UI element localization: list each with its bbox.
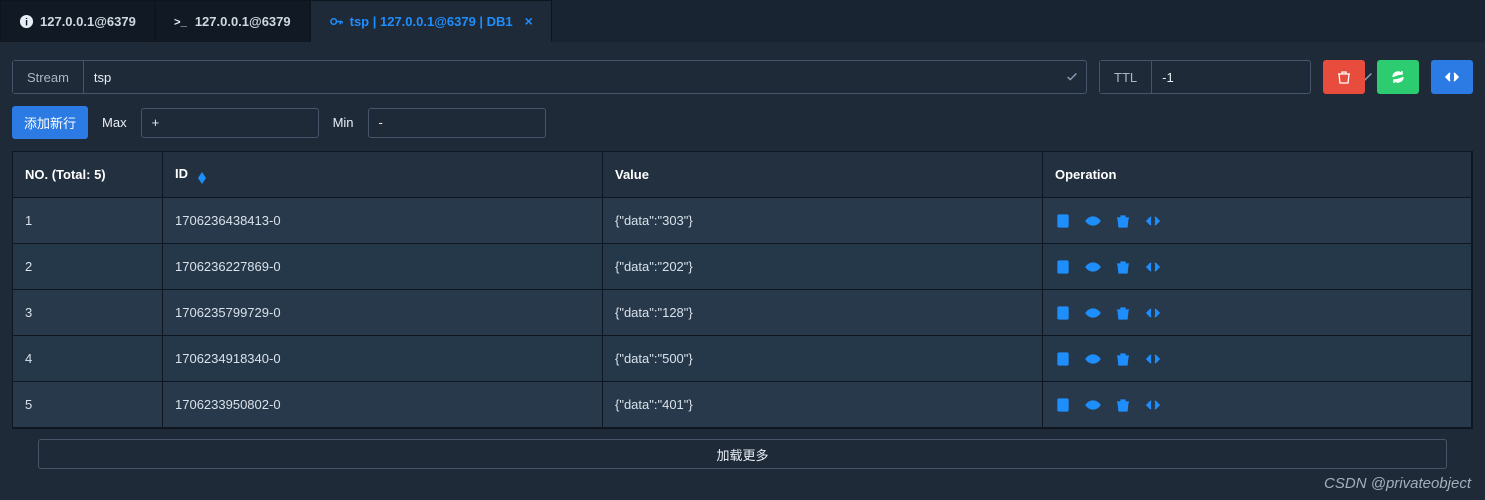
terminal-icon: >_ (174, 14, 189, 29)
cell-value: {"data":"500"} (603, 336, 1043, 382)
tab-bar: i 127.0.0.1@6379 >_ 127.0.0.1@6379 tsp |… (0, 0, 1485, 42)
sort-icon (198, 172, 206, 184)
doc-icon[interactable] (1055, 305, 1071, 321)
table-row[interactable]: 41706234918340-0{"data":"500"} (13, 336, 1472, 382)
trash-icon (1336, 69, 1352, 85)
max-label: Max (98, 115, 131, 130)
ttl-box: TTL (1099, 60, 1311, 94)
code-icon[interactable] (1145, 397, 1161, 413)
filter-bar: 添加新行 Max Min (0, 104, 1485, 151)
eye-icon[interactable] (1085, 305, 1101, 321)
cell-id: 1706233950802-0 (163, 382, 603, 428)
code-icon[interactable] (1145, 305, 1161, 321)
cell-no: 4 (13, 336, 163, 382)
cell-value: {"data":"128"} (603, 290, 1043, 336)
trash-icon[interactable] (1115, 213, 1131, 229)
cell-no: 5 (13, 382, 163, 428)
add-row-button[interactable]: 添加新行 (12, 106, 88, 139)
col-op: Operation (1043, 152, 1472, 198)
cell-id: 1706236438413-0 (163, 198, 603, 244)
col-value: Value (603, 152, 1043, 198)
cell-value: {"data":"401"} (603, 382, 1043, 428)
check-icon[interactable] (1058, 61, 1086, 93)
code-icon[interactable] (1145, 213, 1161, 229)
delete-button[interactable] (1323, 60, 1365, 94)
table-row[interactable]: 31706235799729-0{"data":"128"} (13, 290, 1472, 336)
cell-no: 3 (13, 290, 163, 336)
min-label: Min (329, 115, 358, 130)
cell-op (1043, 244, 1472, 290)
load-more-bar: 加载更多 (38, 439, 1447, 469)
cell-op (1043, 290, 1472, 336)
stream-table: NO. (Total: 5) ID Value Operation 117062… (12, 151, 1473, 429)
code-button[interactable] (1431, 60, 1473, 94)
cell-id: 1706235799729-0 (163, 290, 603, 336)
trash-icon[interactable] (1115, 351, 1131, 367)
svg-text:>_: >_ (174, 16, 188, 28)
key-name-input[interactable] (84, 61, 1058, 93)
load-more-button[interactable]: 加载更多 (38, 439, 1447, 469)
doc-icon[interactable] (1055, 213, 1071, 229)
key-type-label: Stream (13, 61, 84, 93)
cell-id: 1706234918340-0 (163, 336, 603, 382)
eye-icon[interactable] (1085, 259, 1101, 275)
min-input[interactable] (368, 108, 546, 138)
code-icon[interactable] (1145, 259, 1161, 275)
ttl-input[interactable] (1152, 61, 1348, 93)
ttl-label: TTL (1100, 61, 1152, 93)
watermark: CSDN @privateobject (1324, 475, 1471, 492)
cell-value: {"data":"202"} (603, 244, 1043, 290)
cell-no: 1 (13, 198, 163, 244)
col-no: NO. (Total: 5) (13, 152, 163, 198)
cell-value: {"data":"303"} (603, 198, 1043, 244)
cell-op (1043, 336, 1472, 382)
col-id[interactable]: ID (163, 152, 603, 198)
doc-icon[interactable] (1055, 259, 1071, 275)
code-icon (1444, 69, 1460, 85)
key-bar: Stream TTL (0, 42, 1485, 104)
doc-icon[interactable] (1055, 397, 1071, 413)
cell-id: 1706236227869-0 (163, 244, 603, 290)
key-name-box: Stream (12, 60, 1087, 94)
tab-label: 127.0.0.1@6379 (195, 14, 291, 29)
code-icon[interactable] (1145, 351, 1161, 367)
info-icon: i (19, 14, 34, 29)
refresh-button[interactable] (1377, 60, 1419, 94)
trash-icon[interactable] (1115, 305, 1131, 321)
tab-terminal[interactable]: >_ 127.0.0.1@6379 (155, 0, 310, 42)
max-input[interactable] (141, 108, 319, 138)
table-row[interactable]: 21706236227869-0{"data":"202"} (13, 244, 1472, 290)
eye-icon[interactable] (1085, 351, 1101, 367)
table-row[interactable]: 51706233950802-0{"data":"401"} (13, 382, 1472, 428)
trash-icon[interactable] (1115, 259, 1131, 275)
key-icon (329, 14, 344, 29)
svg-text:i: i (25, 17, 28, 28)
tab-key-tsp[interactable]: tsp | 127.0.0.1@6379 | DB1 × (310, 0, 552, 42)
doc-icon[interactable] (1055, 351, 1071, 367)
eye-icon[interactable] (1085, 397, 1101, 413)
tab-label: tsp | 127.0.0.1@6379 | DB1 (350, 14, 513, 29)
close-icon[interactable]: × (525, 13, 533, 29)
tab-info[interactable]: i 127.0.0.1@6379 (0, 0, 155, 42)
col-id-label: ID (175, 166, 188, 181)
trash-icon[interactable] (1115, 397, 1131, 413)
cell-op (1043, 198, 1472, 244)
table-row[interactable]: 11706236438413-0{"data":"303"} (13, 198, 1472, 244)
cell-op (1043, 382, 1472, 428)
refresh-icon (1390, 69, 1406, 85)
cell-no: 2 (13, 244, 163, 290)
tab-label: 127.0.0.1@6379 (40, 14, 136, 29)
eye-icon[interactable] (1085, 213, 1101, 229)
